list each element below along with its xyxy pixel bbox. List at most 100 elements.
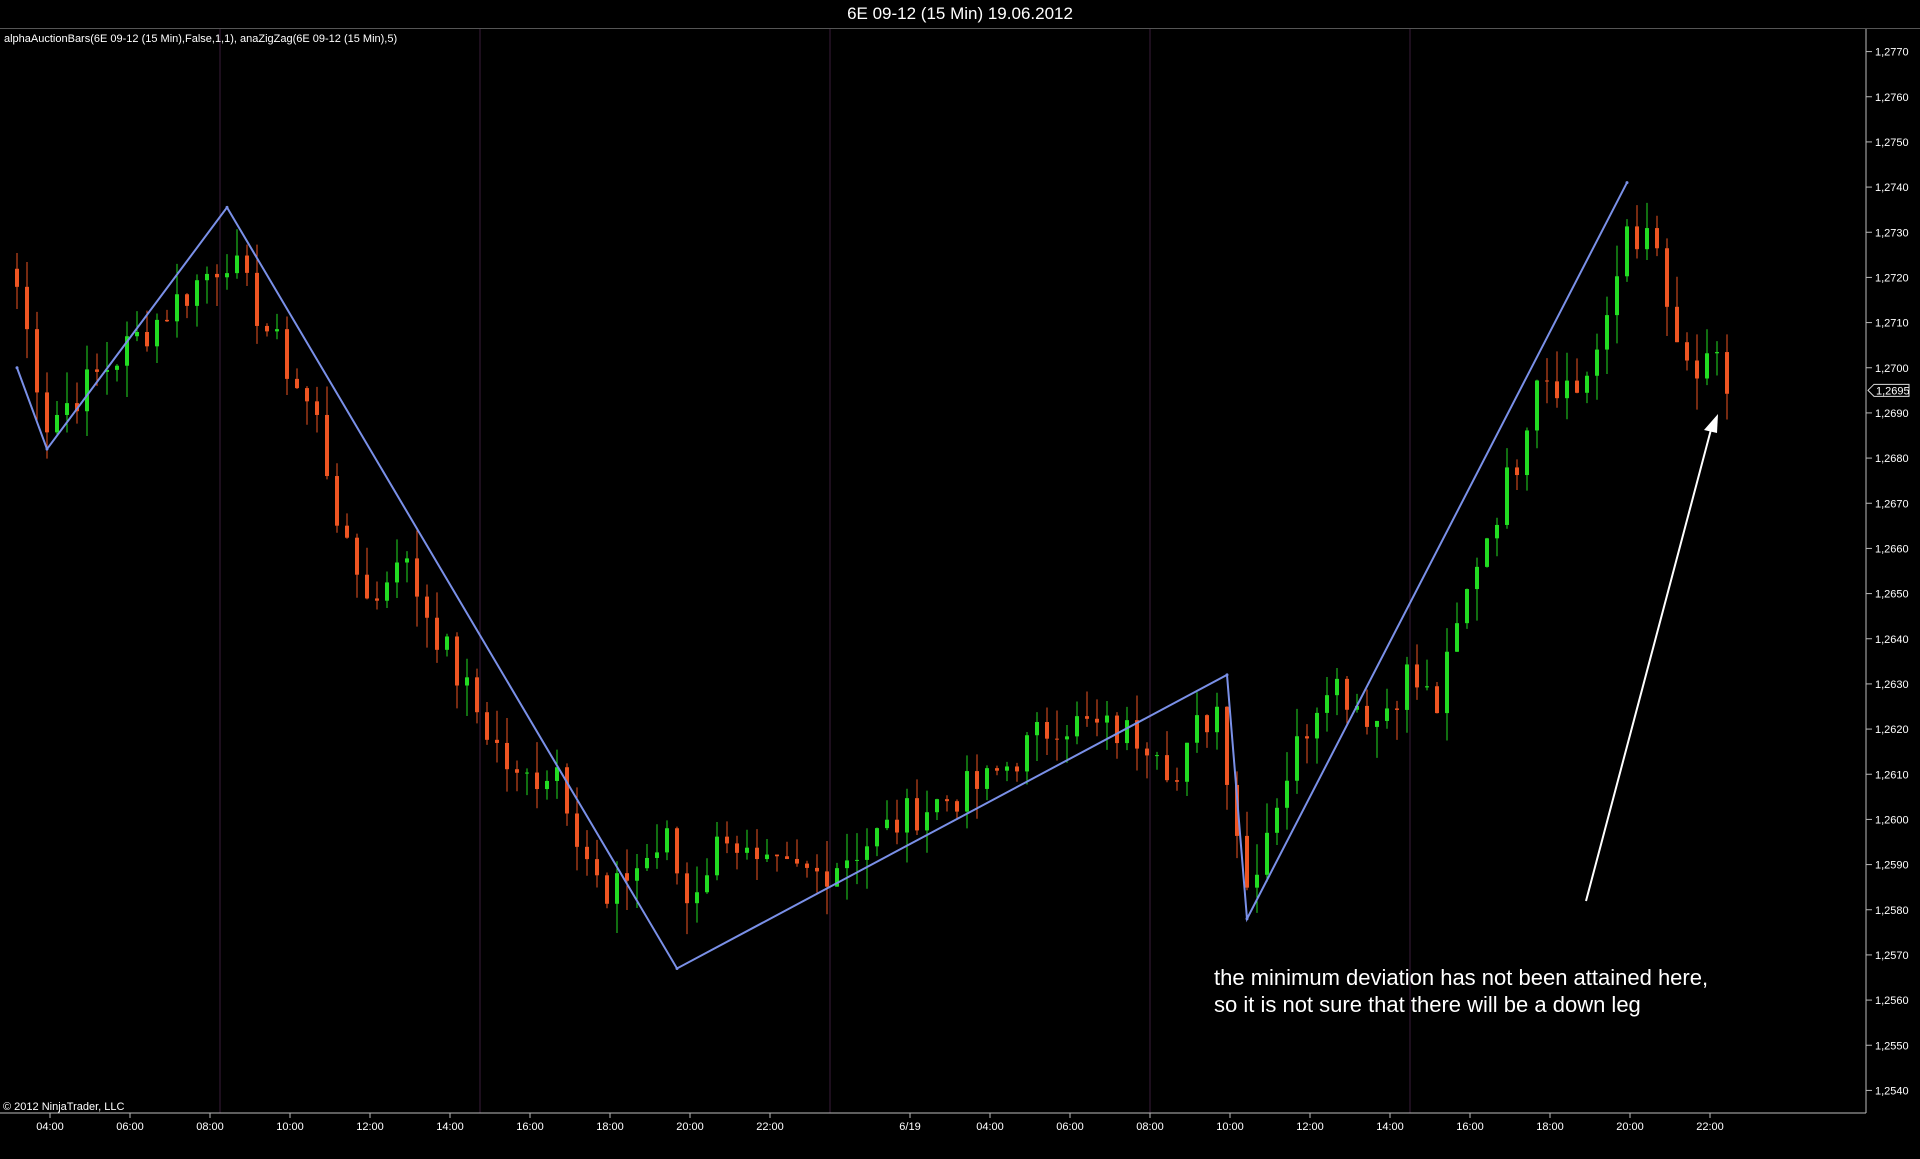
candle-up bbox=[1595, 349, 1599, 376]
candle-down bbox=[305, 388, 309, 402]
candle-down bbox=[815, 867, 819, 872]
candle-down bbox=[605, 875, 609, 904]
candle-down bbox=[795, 858, 799, 864]
candle-down bbox=[1435, 686, 1439, 714]
y-tick-label: 1,2580 bbox=[1875, 905, 1909, 917]
x-tick-label: 04:00 bbox=[36, 1121, 64, 1133]
candle-down bbox=[1145, 748, 1149, 756]
candle-up bbox=[1705, 353, 1709, 379]
candle-down bbox=[675, 828, 679, 874]
candle-up bbox=[1105, 715, 1109, 723]
candle-down bbox=[1515, 467, 1519, 476]
candle-up bbox=[645, 857, 649, 869]
x-tick-label: 20:00 bbox=[676, 1121, 704, 1133]
candle-down bbox=[1395, 708, 1399, 710]
candle-up bbox=[55, 414, 59, 433]
candle-down bbox=[1085, 716, 1089, 719]
candle-up bbox=[925, 812, 929, 831]
candle-down bbox=[375, 598, 379, 601]
candle-up bbox=[1625, 226, 1629, 277]
candle-up bbox=[865, 846, 869, 860]
y-tick-label: 1,2710 bbox=[1875, 318, 1909, 330]
candle-down bbox=[825, 871, 829, 887]
candle-up bbox=[195, 280, 199, 306]
candle-down bbox=[1675, 306, 1679, 343]
x-tick-label: 22:00 bbox=[756, 1121, 784, 1133]
candle-up bbox=[235, 255, 239, 274]
candle-down bbox=[165, 319, 169, 322]
candle-down bbox=[995, 768, 999, 771]
x-tick-label: 14:00 bbox=[1376, 1121, 1404, 1133]
x-tick-label: 06:00 bbox=[116, 1121, 144, 1133]
candle-up bbox=[715, 836, 719, 876]
zigzag-pivot bbox=[15, 366, 19, 370]
x-tick-label: 10:00 bbox=[276, 1121, 304, 1133]
y-tick-label: 1,2740 bbox=[1875, 182, 1909, 194]
x-tick-label: 14:00 bbox=[436, 1121, 464, 1133]
candle-down bbox=[1545, 380, 1549, 382]
x-tick-label: 04:00 bbox=[976, 1121, 1004, 1133]
candle-down bbox=[515, 769, 519, 773]
candle-up bbox=[655, 852, 659, 858]
y-tick-label: 1,2770 bbox=[1875, 47, 1909, 59]
candle-up bbox=[985, 768, 989, 789]
candle-up bbox=[695, 892, 699, 904]
candle-down bbox=[1175, 780, 1179, 782]
y-tick-label: 1,2630 bbox=[1875, 679, 1909, 691]
price-chart[interactable]: 1,2540 1,2550 1,2560 1,2570 1,2580 1,2590 1,26… bbox=[0, 0, 1920, 1159]
zigzag-pivot bbox=[45, 447, 49, 451]
candle-down bbox=[535, 772, 539, 790]
candle-up bbox=[1475, 566, 1479, 590]
candle-up bbox=[135, 331, 139, 337]
candle-down bbox=[425, 596, 429, 618]
candle-up bbox=[845, 860, 849, 869]
candle-up bbox=[1265, 832, 1269, 875]
annotation-line-1: the minimum deviation has not been attai… bbox=[1214, 965, 1708, 990]
candle-down bbox=[1115, 715, 1119, 744]
candle-up bbox=[1195, 715, 1199, 743]
candle-up bbox=[765, 854, 769, 860]
y-tick-label: 1,2670 bbox=[1875, 498, 1909, 510]
y-tick-label: 1,2620 bbox=[1875, 724, 1909, 736]
candle-down bbox=[805, 863, 809, 868]
candle-up bbox=[1155, 755, 1159, 757]
x-tick-label: 22:00 bbox=[1696, 1121, 1724, 1133]
candle-down bbox=[455, 636, 459, 686]
candle-up bbox=[1285, 780, 1289, 808]
candle-up bbox=[1405, 664, 1409, 710]
y-tick-label: 1,2700 bbox=[1875, 363, 1909, 375]
candle-up bbox=[1325, 695, 1329, 713]
candle-up bbox=[1315, 712, 1319, 739]
candle-down bbox=[1665, 248, 1669, 307]
candle-down bbox=[145, 331, 149, 347]
candle-down bbox=[1095, 718, 1099, 723]
candle-up bbox=[1535, 380, 1539, 431]
candle-down bbox=[785, 856, 789, 859]
candle-down bbox=[215, 273, 219, 278]
x-tick-label: 6/19 bbox=[899, 1121, 920, 1133]
candle-down bbox=[585, 846, 589, 860]
candle-up bbox=[385, 582, 389, 601]
candle-down bbox=[895, 819, 899, 833]
candle-up bbox=[205, 273, 209, 281]
x-tick-label: 18:00 bbox=[596, 1121, 624, 1133]
candle-up bbox=[1075, 716, 1079, 737]
candle-down bbox=[1655, 228, 1659, 249]
candle-up bbox=[1505, 467, 1509, 525]
zigzag-pivot bbox=[1625, 181, 1629, 185]
candle-down bbox=[1685, 342, 1689, 361]
candle-up bbox=[1715, 352, 1719, 354]
candle-up bbox=[1025, 735, 1029, 772]
y-tick-label: 1,2540 bbox=[1875, 1085, 1909, 1097]
candle-down bbox=[1695, 360, 1699, 379]
candle-up bbox=[175, 294, 179, 322]
candle-down bbox=[565, 767, 569, 814]
candle-down bbox=[345, 525, 349, 538]
y-tick-label: 1,2570 bbox=[1875, 950, 1909, 962]
candle-up bbox=[1645, 228, 1649, 250]
zigzag-pivot bbox=[1225, 673, 1229, 677]
last-price-label: 1,2695 bbox=[1876, 385, 1910, 397]
y-tick-label: 1,2750 bbox=[1875, 137, 1909, 149]
candle-down bbox=[1635, 226, 1639, 250]
candle-down bbox=[485, 712, 489, 740]
